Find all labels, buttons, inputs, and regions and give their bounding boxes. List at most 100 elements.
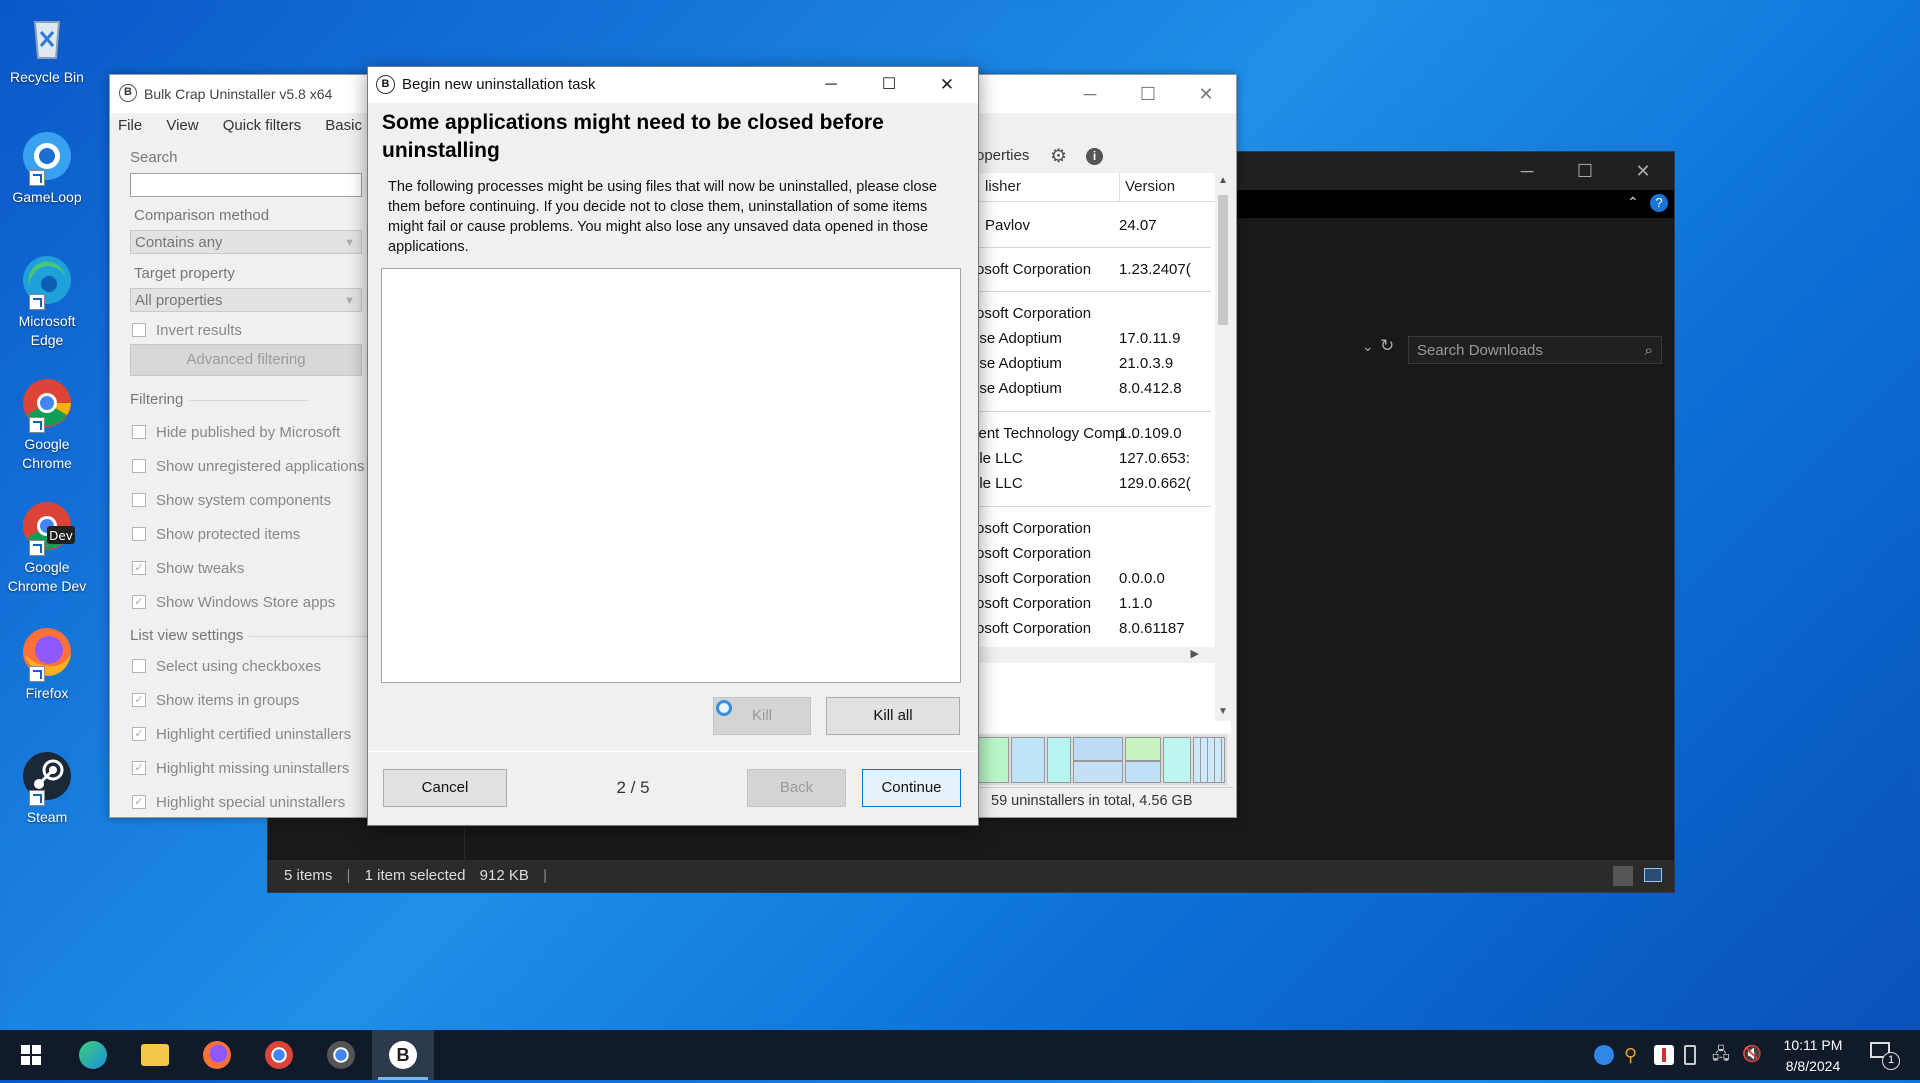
search-input[interactable]: Search Downloads ⌕ (1408, 336, 1662, 364)
list-item[interactable]: Pavlov 24.07 (971, 213, 1219, 238)
show-system-components-checkbox[interactable]: Show system components (132, 491, 331, 511)
desktop-icon-gameloop[interactable]: GameLoop (4, 128, 90, 207)
target-select[interactable]: All properties ▼ (130, 288, 362, 312)
settings-gear-icon[interactable]: ⚙ (1050, 145, 1067, 168)
list-item[interactable]: ose Adoptium 17.0.11.9 (971, 326, 1219, 351)
cancel-button[interactable]: Cancel (383, 769, 507, 807)
scrollbar-thumb[interactable] (1218, 195, 1228, 325)
treemap-cell[interactable] (1047, 737, 1071, 783)
treemap-cell[interactable] (1125, 761, 1161, 783)
collapse-ribbon-icon[interactable]: ⌃ (1627, 194, 1639, 211)
highlight-certified-checkbox[interactable]: ✓ Highlight certified uninstallers (132, 725, 351, 745)
security-tray-icon[interactable] (1654, 1045, 1674, 1065)
desktop-icon-chrome-dev[interactable]: Dev Google Chrome Dev (4, 498, 90, 596)
back-button[interactable]: Back (747, 769, 846, 807)
search-tray-icon[interactable]: ⚲ (1624, 1045, 1644, 1065)
list-item[interactable]: cent Technology Comp... 1.0.109.0 (971, 421, 1219, 446)
taskbar-file-explorer[interactable] (124, 1030, 186, 1080)
scroll-right-icon[interactable]: ▶ (1191, 647, 1199, 660)
treemap-cell[interactable] (1193, 737, 1225, 783)
list-item[interactable]: rosoft Corporation 1.23.2407( (971, 257, 1219, 282)
taskbar-chrome[interactable] (248, 1030, 310, 1080)
desktop-icon-firefox[interactable]: Firefox (4, 624, 90, 703)
treemap-cell[interactable] (1011, 737, 1045, 783)
treemap-cell[interactable] (1073, 737, 1123, 761)
treemap-cell[interactable] (1163, 737, 1191, 783)
scroll-down-icon[interactable]: ▼ (1218, 706, 1228, 717)
tiles-view-icon[interactable] (1644, 868, 1662, 882)
show-protected-checkbox[interactable]: Show protected items (132, 525, 300, 545)
details-view-icon[interactable] (1613, 866, 1633, 886)
show-unregistered-checkbox[interactable]: Show unregistered applications (132, 457, 364, 477)
taskbar-chrome-dev[interactable] (310, 1030, 372, 1080)
taskbar: B ⚲ 🖧 🔇 10:11 PM 8/8/2024 1 (0, 1030, 1920, 1080)
clock[interactable]: 10:11 PM 8/8/2024 (1772, 1035, 1854, 1077)
bcu-maximize-button[interactable]: ☐ (1119, 75, 1177, 113)
gameloop-tray-icon[interactable] (1594, 1045, 1614, 1065)
taskbar-bcu[interactable]: B (372, 1030, 434, 1080)
kill-button[interactable]: Kill (713, 697, 811, 735)
usb-drive-icon[interactable] (1684, 1045, 1696, 1065)
maximize-button[interactable]: ☐ (1556, 152, 1614, 190)
list-item[interactable]: ose Adoptium 21.0.3.9 (971, 351, 1219, 376)
dialog-maximize-button[interactable]: ☐ (860, 67, 918, 103)
list-item[interactable]: rosoft Corporation 0.0.0.0 (971, 566, 1219, 591)
treemap-cell[interactable] (1125, 737, 1161, 761)
properties-toolbar-button[interactable]: roperties (971, 147, 1029, 164)
uninstaller-list[interactable]: lisher Version ▲ ▼ Pavlov 24.07 rosoft Co… (971, 173, 1231, 733)
hide-microsoft-checkbox[interactable]: Hide published by Microsoft (132, 423, 340, 443)
taskbar-edge[interactable] (62, 1030, 124, 1080)
list-item[interactable]: rosoft Corporation (971, 301, 1219, 326)
minimize-button[interactable]: ─ (1498, 152, 1556, 190)
address-dropdown-icon[interactable]: ⌄ (1362, 338, 1374, 355)
info-icon[interactable]: i (1086, 148, 1103, 165)
menu-basic[interactable]: Basic (325, 117, 362, 134)
dialog-close-button[interactable]: ✕ (918, 67, 976, 103)
list-item[interactable]: rosoft Corporation 1.1.0 (971, 591, 1219, 616)
desktop-icon-chrome[interactable]: Google Chrome (4, 375, 90, 473)
list-item[interactable]: rosoft Corporation (971, 516, 1219, 541)
menu-quick-filters[interactable]: Quick filters (223, 117, 301, 134)
uninstall-task-dialog[interactable]: B Begin new uninstallation task ─ ☐ ✕ So… (367, 66, 979, 826)
advanced-filtering-button[interactable]: Advanced filtering (130, 344, 362, 376)
network-icon[interactable]: 🖧 (1712, 1045, 1732, 1065)
start-button[interactable] (0, 1030, 62, 1080)
continue-button[interactable]: Continue (862, 769, 961, 807)
list-item[interactable]: gle LLC 127.0.653: (971, 446, 1219, 471)
desktop-icon-steam[interactable]: Steam (4, 748, 90, 827)
scroll-up-icon[interactable]: ▲ (1218, 175, 1228, 186)
bcu-search-input[interactable] (130, 173, 362, 197)
highlight-special-checkbox[interactable]: ✓ Highlight special uninstallers (132, 793, 345, 813)
size-treemap[interactable] (971, 735, 1227, 785)
bcu-minimize-button[interactable]: ─ (1061, 75, 1119, 113)
taskbar-firefox[interactable] (186, 1030, 248, 1080)
help-icon[interactable]: ? (1650, 194, 1668, 212)
show-groups-checkbox[interactable]: ✓ Show items in groups (132, 691, 299, 711)
close-button[interactable]: ✕ (1614, 152, 1672, 190)
volume-muted-icon[interactable]: 🔇 (1742, 1045, 1762, 1065)
dialog-minimize-button[interactable]: ─ (802, 67, 860, 103)
kill-all-button[interactable]: Kill all (826, 697, 960, 735)
show-store-apps-checkbox[interactable]: ✓ Show Windows Store apps (132, 593, 335, 613)
list-item[interactable]: rosoft Corporation (971, 541, 1219, 566)
desktop-icon-edge[interactable]: Microsoft Edge (4, 252, 90, 350)
show-tweaks-checkbox[interactable]: ✓ Show tweaks (132, 559, 244, 579)
notification-center-button[interactable]: 1 (1870, 1042, 1900, 1070)
horizontal-scrollbar[interactable]: ▶ (971, 647, 1215, 663)
bcu-close-button[interactable]: ✕ (1177, 75, 1235, 113)
menu-view[interactable]: View (166, 117, 198, 134)
highlight-missing-checkbox[interactable]: ✓ Highlight missing uninstallers (132, 759, 349, 779)
refresh-icon[interactable]: ↻ (1380, 336, 1394, 356)
list-item[interactable]: ose Adoptium 8.0.412.8 (971, 376, 1219, 401)
list-item[interactable]: rosoft Corporation 8.0.61187 (971, 616, 1219, 641)
menu-file[interactable]: File (118, 117, 142, 134)
column-version[interactable]: Version (1119, 173, 1175, 201)
select-checkboxes-checkbox[interactable]: Select using checkboxes (132, 657, 321, 677)
invert-results-checkbox[interactable]: Invert results (132, 321, 242, 341)
treemap-cell[interactable] (1073, 761, 1123, 783)
comparison-select[interactable]: Contains any ▼ (130, 230, 362, 254)
process-list[interactable] (381, 268, 961, 683)
column-publisher[interactable]: lisher (985, 173, 1021, 201)
list-item[interactable]: gle LLC 129.0.662( (971, 471, 1219, 496)
desktop-icon-recycle-bin[interactable]: Recycle Bin (4, 8, 90, 87)
